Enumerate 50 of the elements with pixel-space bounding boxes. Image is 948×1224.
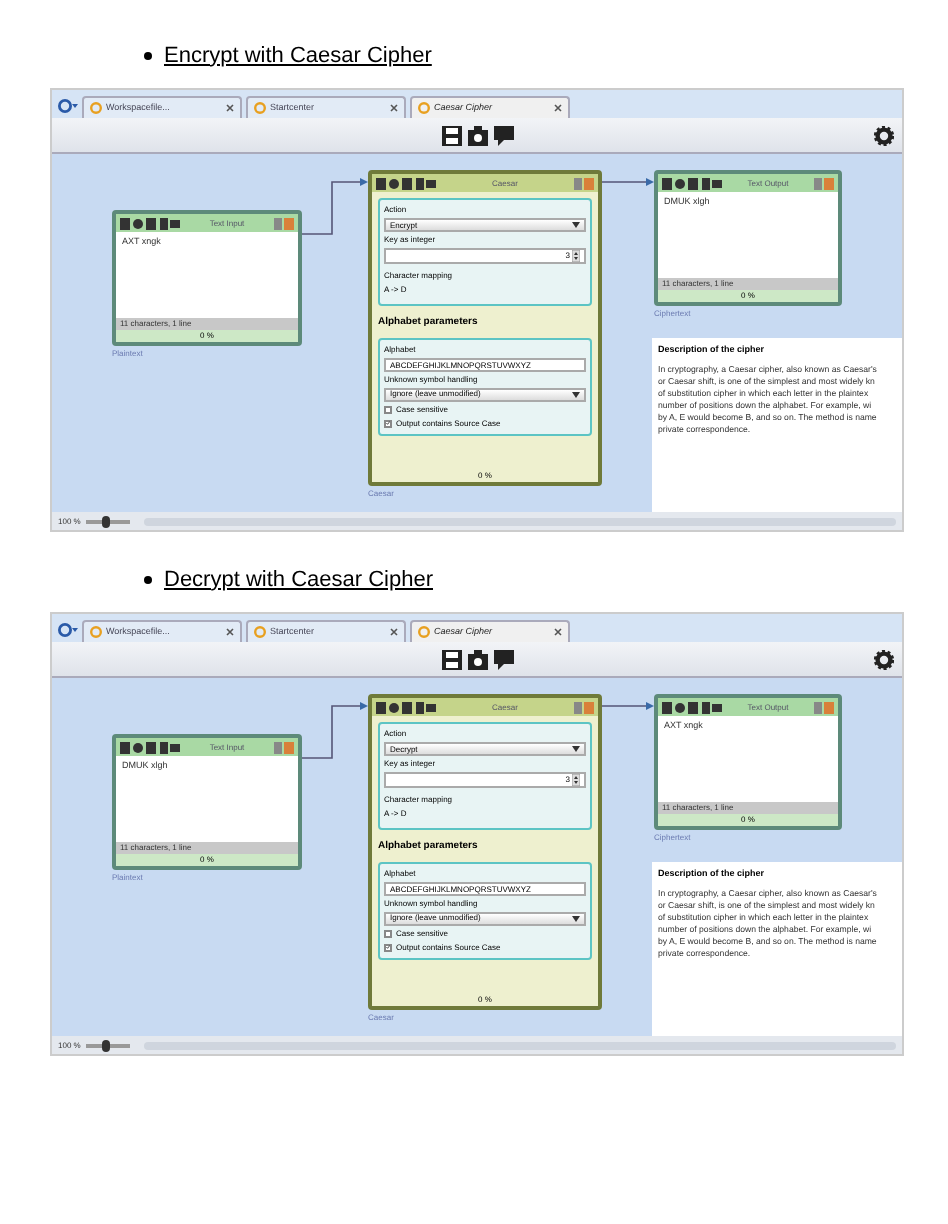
checkbox[interactable] xyxy=(384,943,392,951)
connector-drawing xyxy=(301,702,368,759)
window-buttons-drawing xyxy=(274,741,294,753)
caret-icon xyxy=(572,222,580,228)
section-heading: Encrypt with Caesar Cipher xyxy=(164,41,432,72)
comment-icon xyxy=(493,649,513,669)
close-icon xyxy=(226,628,234,636)
close-icon xyxy=(554,104,562,112)
slider-thumb[interactable] xyxy=(102,515,111,527)
camera-icon xyxy=(467,125,487,145)
node-icons-drawing xyxy=(662,701,722,713)
node-icons-drawing xyxy=(376,177,436,189)
bullet-icon xyxy=(144,576,152,584)
save-icon xyxy=(441,125,461,145)
settings-icon xyxy=(874,650,894,670)
window-buttons-drawing xyxy=(814,701,834,713)
comment-icon xyxy=(493,125,513,145)
close-icon xyxy=(390,104,398,112)
camera-icon xyxy=(467,649,487,669)
checkbox[interactable] xyxy=(384,405,392,413)
node-icons-drawing xyxy=(662,177,722,189)
settings-icon xyxy=(874,126,894,146)
spinner-icon xyxy=(572,250,580,262)
slider-thumb[interactable] xyxy=(102,1039,111,1051)
caret-icon xyxy=(572,746,580,752)
caret-icon xyxy=(572,391,580,397)
caesar-node[interactable] xyxy=(368,694,602,1010)
window-buttons-drawing xyxy=(814,177,834,189)
close-icon xyxy=(554,628,562,636)
connector-drawing xyxy=(601,702,654,710)
caret-icon xyxy=(572,915,580,921)
app-menu-icon xyxy=(58,622,78,638)
checkbox[interactable] xyxy=(384,419,392,427)
node-icons-drawing xyxy=(120,217,180,229)
connector-drawing xyxy=(601,178,654,186)
caesar-node[interactable] xyxy=(368,170,602,486)
spinner-icon xyxy=(572,774,580,786)
window-buttons-drawing xyxy=(574,701,594,713)
node-icons-drawing xyxy=(376,701,436,713)
window-buttons-drawing xyxy=(274,217,294,229)
bullet-icon xyxy=(144,52,152,60)
close-icon xyxy=(226,104,234,112)
close-icon xyxy=(390,628,398,636)
section-heading: Decrypt with Caesar Cipher xyxy=(164,565,433,596)
app-menu-icon xyxy=(58,98,78,114)
connector-drawing xyxy=(301,178,368,235)
checkbox[interactable] xyxy=(384,929,392,937)
window-buttons-drawing xyxy=(574,177,594,189)
node-icons-drawing xyxy=(120,741,180,753)
save-icon xyxy=(441,649,461,669)
